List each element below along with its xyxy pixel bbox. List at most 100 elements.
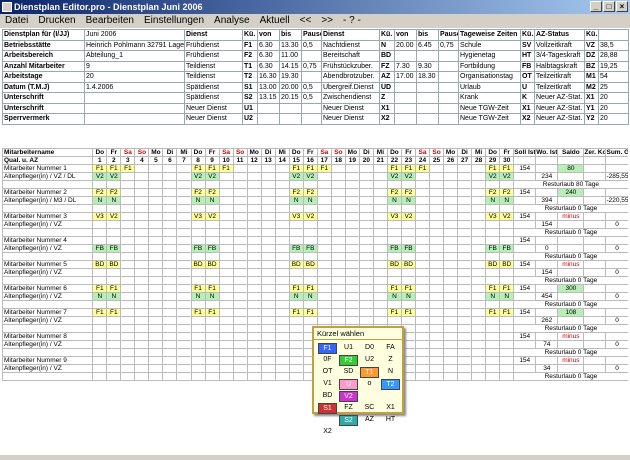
dienst2-cell[interactable]: 7.30	[394, 60, 417, 72]
shift-cell[interactable]	[162, 212, 178, 221]
shift-cell[interactable]	[499, 180, 515, 189]
shift-cell[interactable]	[358, 252, 374, 261]
dienst-cell[interactable]	[257, 102, 280, 114]
shift-cell[interactable]	[288, 268, 304, 277]
kuerzel-option[interactable]: OT	[318, 367, 337, 378]
shift-cell[interactable]: F1	[485, 284, 501, 293]
shift-cell[interactable]	[344, 316, 360, 325]
shift-cell[interactable]	[457, 276, 473, 285]
shift-cell[interactable]	[471, 260, 487, 269]
dienst-cell[interactable]: 14.15	[279, 60, 302, 72]
shift-cell[interactable]	[288, 348, 304, 357]
az-cell[interactable]: X1	[584, 92, 599, 104]
shift-cell[interactable]	[429, 348, 445, 357]
shift-cell[interactable]	[400, 180, 417, 189]
shift-cell[interactable]	[204, 324, 220, 333]
dienst-cell[interactable]: 0,5	[301, 92, 322, 104]
shift-cell[interactable]	[260, 236, 276, 245]
shift-cell[interactable]: V2	[302, 172, 318, 181]
shift-cell[interactable]	[218, 292, 234, 301]
shift-cell[interactable]	[260, 308, 276, 317]
shift-cell[interactable]	[120, 188, 136, 197]
shift-cell[interactable]: BD	[92, 260, 108, 269]
shift-cell[interactable]	[316, 196, 332, 205]
shift-cell[interactable]	[148, 180, 164, 189]
shift-cell[interactable]	[414, 308, 431, 317]
shift-cell[interactable]: V2	[288, 172, 304, 181]
shift-cell[interactable]	[316, 252, 332, 261]
shift-cell[interactable]	[218, 236, 234, 245]
shift-cell[interactable]	[358, 196, 374, 205]
shift-cell[interactable]	[106, 220, 122, 229]
shift-cell[interactable]	[232, 196, 248, 205]
shift-cell[interactable]	[232, 228, 248, 237]
shift-cell[interactable]	[190, 220, 206, 229]
az-cell[interactable]: Neuer AZ-Stat.	[534, 102, 585, 114]
dienst-cell[interactable]: F1	[242, 39, 258, 51]
shift-cell[interactable]	[499, 340, 515, 349]
shift-cell[interactable]	[386, 316, 402, 325]
shift-cell[interactable]	[499, 348, 515, 357]
shift-cell[interactable]	[471, 284, 487, 293]
shift-cell[interactable]	[260, 300, 276, 309]
shift-cell[interactable]	[386, 180, 402, 189]
info-value[interactable]: Abteilung_1	[84, 50, 185, 62]
shift-cell[interactable]	[457, 292, 473, 301]
dienst-cell[interactable]: 20.15	[279, 92, 302, 104]
shift-cell[interactable]	[246, 276, 262, 285]
shift-cell[interactable]	[218, 308, 234, 317]
dienst2-cell[interactable]	[394, 92, 417, 104]
shift-cell[interactable]	[302, 276, 318, 285]
shift-cell[interactable]	[358, 180, 374, 189]
shift-cell[interactable]: FB	[92, 244, 108, 253]
tage-cell[interactable]: Schule	[458, 39, 521, 51]
shift-cell[interactable]	[443, 316, 459, 325]
shift-cell[interactable]	[92, 236, 108, 245]
shift-cell[interactable]: V3	[485, 212, 501, 221]
shift-cell[interactable]: BD	[288, 260, 304, 269]
shift-cell[interactable]	[162, 172, 178, 181]
shift-cell[interactable]	[358, 284, 374, 293]
shift-cell[interactable]	[232, 260, 248, 269]
shift-cell[interactable]	[386, 204, 402, 213]
shift-cell[interactable]	[316, 236, 332, 245]
shift-cell[interactable]	[457, 188, 473, 197]
shift-cell[interactable]	[148, 340, 164, 349]
shift-cell[interactable]	[274, 292, 290, 301]
shift-cell[interactable]: V2	[106, 212, 122, 221]
tage-cell[interactable]: U	[520, 81, 535, 93]
shift-cell[interactable]	[344, 276, 360, 285]
shift-cell[interactable]	[485, 180, 501, 189]
shift-cell[interactable]	[204, 348, 220, 357]
shift-cell[interactable]	[190, 324, 206, 333]
shift-cell[interactable]	[330, 252, 346, 261]
shift-cell[interactable]: BD	[485, 260, 501, 269]
shift-cell[interactable]	[162, 324, 178, 333]
shift-cell[interactable]	[162, 372, 178, 381]
shift-cell[interactable]: V2	[499, 212, 515, 221]
shift-cell[interactable]	[218, 252, 234, 261]
shift-cell[interactable]	[358, 268, 374, 277]
az-cell[interactable]: Vollzeitkraft	[534, 39, 585, 51]
shift-cell[interactable]	[499, 324, 515, 333]
menu-help[interactable]: - ? -	[338, 14, 366, 28]
az-cell[interactable]: 3/4-Tageskraft	[534, 50, 585, 62]
shift-cell[interactable]	[162, 300, 178, 309]
kuerzel-option[interactable]: T2	[381, 379, 400, 390]
shift-cell[interactable]	[176, 244, 192, 253]
shift-cell[interactable]	[204, 228, 220, 237]
shift-cell[interactable]	[274, 284, 290, 293]
shift-cell[interactable]: N	[106, 196, 122, 205]
shift-cell[interactable]: BD	[190, 260, 206, 269]
shift-cell[interactable]	[288, 332, 304, 341]
shift-cell[interactable]	[414, 196, 431, 205]
shift-cell[interactable]: V2	[485, 172, 501, 181]
shift-cell[interactable]	[190, 348, 206, 357]
shift-cell[interactable]: F1	[302, 284, 318, 293]
shift-cell[interactable]	[316, 292, 332, 301]
shift-cell[interactable]	[176, 292, 192, 301]
shift-cell[interactable]	[358, 220, 374, 229]
shift-cell[interactable]	[232, 188, 248, 197]
shift-cell[interactable]	[120, 364, 136, 373]
shift-cell[interactable]	[176, 340, 192, 349]
